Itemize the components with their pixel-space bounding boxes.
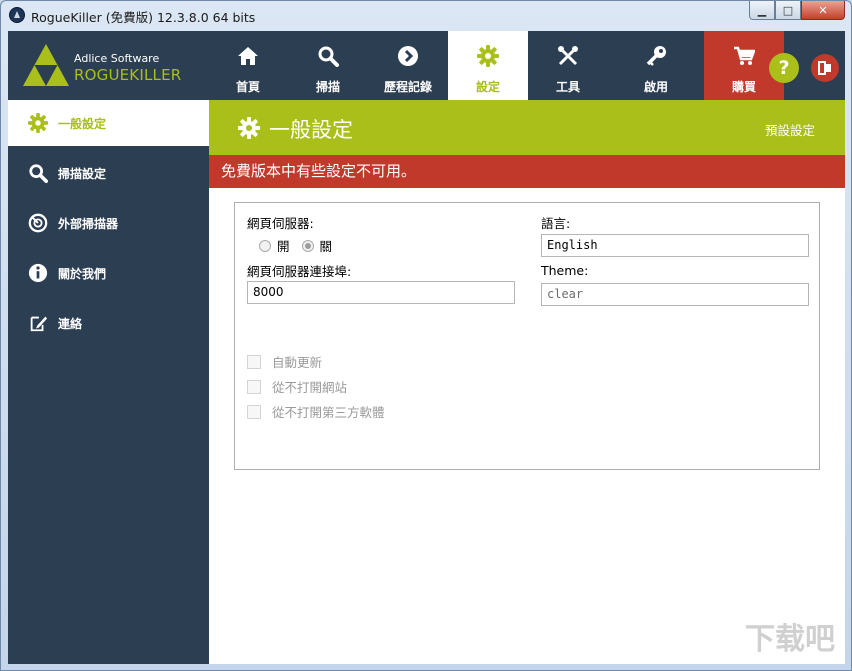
exit-icon (818, 61, 831, 75)
triforce-logo-icon (23, 44, 69, 86)
home-icon (208, 44, 288, 68)
nav-item-activate[interactable]: 啟用 (608, 31, 704, 100)
nav-item-tools[interactable]: 工具 (528, 31, 608, 100)
sidebar-item-scan-settings[interactable]: 掃描設定 (8, 150, 209, 196)
minimize-button[interactable]: ▁ (749, 1, 775, 20)
nav-label: 歷程記錄 (383, 80, 432, 94)
section-header: 一般設定 預設設定 (209, 100, 845, 155)
checkbox[interactable] (247, 354, 261, 369)
tools-icon (528, 44, 608, 68)
scanner-icon (27, 212, 49, 234)
nav-item-history[interactable]: 歷程記錄 (368, 31, 448, 100)
app-window: RogueKiller (免費版) 12.3.8.0 64 bits ▁ □ ✕… (0, 0, 852, 671)
sidebar-item-contact[interactable]: 連絡 (8, 300, 209, 346)
checkbox-never-open-site[interactable]: 從不打開網站 (247, 377, 347, 396)
port-label: 網頁伺服器連接埠: (247, 264, 352, 279)
exit-button[interactable] (811, 54, 839, 82)
gear-icon (27, 112, 49, 134)
gear-icon (238, 117, 260, 139)
nav-item-settings[interactable]: 設定 (448, 31, 528, 100)
info-icon (27, 262, 49, 284)
watermark: 下载吧 (745, 622, 835, 657)
checkbox[interactable] (247, 404, 261, 419)
top-navigation: Adlice Software ROGUEKILLER 首頁 掃描 歷程記錄 設… (8, 31, 845, 100)
nav-item-home[interactable]: 首頁 (208, 31, 288, 100)
port-input[interactable]: 8000 (247, 281, 515, 304)
language-input[interactable]: English (541, 234, 809, 257)
maximize-button[interactable]: □ (775, 1, 801, 20)
radio-off-label: 關 (319, 239, 333, 254)
sidebar-item-label: 掃描設定 (58, 166, 107, 181)
checkbox-label: 從不打開第三方軟體 (272, 405, 385, 420)
checkbox[interactable] (247, 379, 261, 394)
client-area: Adlice Software ROGUEKILLER 首頁 掃描 歷程記錄 設… (8, 31, 845, 664)
checkbox-label: 自動更新 (272, 355, 323, 370)
contact-icon (27, 312, 49, 334)
sidebar-item-external-scanner[interactable]: 外部掃描器 (8, 200, 209, 246)
sidebar-item-general[interactable]: 一般設定 (8, 100, 209, 146)
theme-input[interactable]: clear (541, 283, 809, 306)
nav-item-scan[interactable]: 掃描 (288, 31, 368, 100)
radio-off[interactable] (301, 239, 314, 252)
settings-panel: 網頁伺服器: 開 關 網頁伺服器連接埠: 8000 語言: English Th… (234, 202, 820, 470)
sidebar-item-label: 關於我們 (58, 266, 107, 281)
search-icon (288, 44, 368, 68)
language-label: 語言: (541, 216, 571, 231)
nav-label: 首頁 (235, 80, 260, 94)
nav-label: 啟用 (643, 80, 668, 94)
theme-label: Theme: (541, 263, 589, 278)
app-logo-icon (9, 7, 25, 23)
webserver-label: 網頁伺服器: (247, 216, 314, 231)
gear-icon (448, 44, 528, 68)
free-version-warning: 免費版本中有些設定不可用。 (209, 155, 845, 188)
sidebar: 一般設定 掃描設定 外部掃描器 關於我們 連絡 (8, 100, 209, 664)
brand-logo: Adlice Software ROGUEKILLER (8, 31, 208, 100)
window-controls: ▁ □ ✕ (749, 1, 845, 21)
sidebar-item-about[interactable]: 關於我們 (8, 250, 209, 296)
sidebar-item-label: 連絡 (58, 316, 83, 331)
title-bar[interactable]: RogueKiller (免費版) 12.3.8.0 64 bits ▁ □ ✕ (1, 1, 851, 29)
page-title: 一般設定 (269, 118, 353, 142)
nav-label: 設定 (475, 80, 500, 94)
sidebar-item-label: 外部掃描器 (58, 216, 119, 231)
radio-on[interactable] (259, 239, 271, 252)
checkbox-auto-update[interactable]: 自動更新 (247, 352, 322, 371)
logo-name: ROGUEKILLER (74, 66, 182, 84)
help-button[interactable]: ? (769, 53, 799, 83)
logo-subtitle: Adlice Software (74, 52, 160, 65)
radio-on-label: 開 (277, 239, 290, 254)
main-nav: 首頁 掃描 歷程記錄 設定 工具 啟用 購買 (208, 31, 784, 100)
checkbox-label: 從不打開網站 (272, 380, 348, 395)
window-title: RogueKiller (免費版) 12.3.8.0 64 bits (31, 10, 256, 25)
close-button[interactable]: ✕ (801, 1, 845, 20)
search-icon (27, 162, 49, 184)
nav-label: 購買 (731, 80, 756, 94)
default-settings-link[interactable]: 預設設定 (765, 120, 815, 139)
sidebar-item-label: 一般設定 (58, 116, 107, 131)
key-icon (608, 44, 704, 68)
chevron-right-icon (368, 44, 448, 68)
nav-label: 掃描 (315, 80, 340, 94)
checkbox-never-open-third-party[interactable]: 從不打開第三方軟體 (247, 402, 385, 421)
webserver-radio-group: 開 關 (259, 236, 344, 255)
nav-label: 工具 (555, 80, 580, 94)
